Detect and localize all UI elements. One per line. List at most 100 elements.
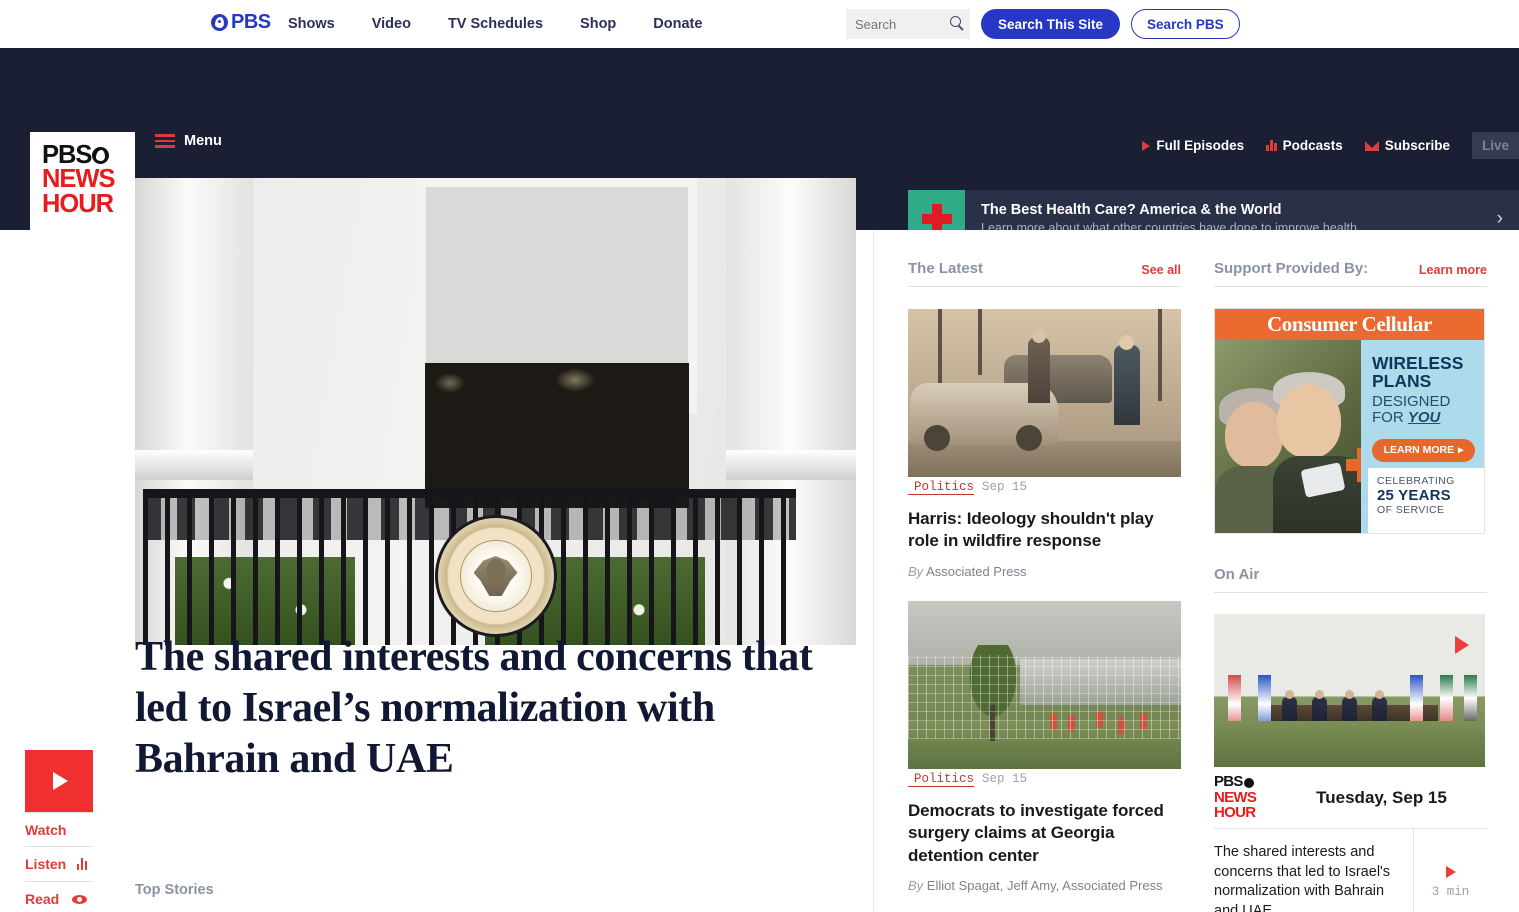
watch-play-button[interactable] <box>25 750 93 812</box>
watch-row[interactable]: Watch <box>25 812 93 847</box>
duration-label: 3 min <box>1431 884 1470 899</box>
ad-photo <box>1215 340 1361 533</box>
nav-item-tv-schedules[interactable]: TV Schedules <box>448 16 543 32</box>
nav-item-video[interactable]: Video <box>372 16 411 32</box>
article-category[interactable]: Politics <box>908 480 975 495</box>
on-air-thumbnail[interactable] <box>1214 614 1485 767</box>
watch-label: Watch <box>25 821 67 838</box>
ad-body: WIRELESS PLANS DESIGNED FOR YOU LEARN MO… <box>1215 340 1484 533</box>
section-title: Support Provided By: <box>1214 260 1369 277</box>
play-icon[interactable] <box>1455 636 1469 654</box>
read-row[interactable]: Read <box>25 882 93 912</box>
on-air-list-item: The shared interests and concerns that l… <box>1214 829 1487 912</box>
byline-authors: Elliot Spagat, Jeff Amy, Associated Pres… <box>926 878 1163 894</box>
article-title[interactable]: Harris: Ideology shouldn't play role in … <box>908 508 1181 553</box>
newshour-logo[interactable]: PBS NEWS HOUR <box>30 132 135 245</box>
article-category[interactable]: Politics <box>908 772 975 787</box>
on-air-logo-line3: HOUR <box>1214 803 1256 821</box>
newshour-logo-line1: PBS <box>42 142 125 168</box>
on-air-bar: PBS NEWS HOUR Tuesday, Sep 15 <box>1214 767 1487 829</box>
on-air-logo: PBS NEWS HOUR <box>1214 773 1276 821</box>
section-title: On Air <box>1214 566 1260 583</box>
play-icon <box>1445 865 1456 878</box>
support-header: Support Provided By: Learn more <box>1214 260 1487 287</box>
column-divider <box>873 230 874 912</box>
nav-item-shop[interactable]: Shop <box>580 16 616 32</box>
pbs-top-bar: PBS Shows Video TV Schedules Shop Donate… <box>0 0 1519 48</box>
ad-headline-you: YOU <box>1407 409 1441 427</box>
badge-line-1: CELEBRATING <box>1377 475 1455 487</box>
newshour-logo-line2: NEWS <box>42 165 116 194</box>
ad-brand-name: Consumer Cellular <box>1267 312 1432 336</box>
on-air-logo-line2: NEWS <box>1214 788 1257 806</box>
article-byline: By Associated Press <box>908 564 1181 579</box>
header-link-full-episodes[interactable]: Full Episodes <box>1142 138 1244 153</box>
article-thumbnail[interactable] <box>908 309 1181 477</box>
byline-authors: Associated Press <box>926 563 1027 579</box>
badge-line-3: OF SERVICE <box>1377 504 1445 516</box>
presidential-seal <box>434 515 557 637</box>
byline-prefix: By <box>908 563 924 579</box>
arrow-right-icon: ▸ <box>1458 444 1464 457</box>
on-air-section: On Air PBS NEWS HOUR Tuesday, Sep 15 The… <box>1214 566 1487 912</box>
promo-title: The Best Health Care? America & the Worl… <box>981 202 1282 218</box>
audio-bars-icon <box>76 858 87 870</box>
pbs-logo[interactable]: PBS <box>211 12 271 32</box>
nav-item-shows[interactable]: Shows <box>288 16 335 32</box>
article-meta: Politics Sep 15 <box>908 768 1036 789</box>
article-card: Politics Sep 15 Harris: Ideology shouldn… <box>908 309 1181 579</box>
on-air-logo-line1: PBS <box>1214 773 1276 791</box>
header-link-label: Subscribe <box>1384 138 1450 153</box>
chevron-right-icon[interactable]: › <box>1497 208 1519 230</box>
header-utility-links: Full Episodes Podcasts Subscribe Live <box>1142 132 1519 159</box>
sponsor-ad[interactable]: Consumer Cellular WIRELESS PLANS DESIGNE… <box>1214 308 1485 534</box>
menu-button[interactable]: Menu <box>155 133 222 149</box>
mail-icon <box>1364 140 1379 151</box>
pbs-head-icon <box>1243 777 1254 788</box>
article-thumbnail[interactable] <box>908 600 1181 769</box>
ad-button-label: LEARN MORE <box>1383 444 1455 457</box>
see-all-link[interactable]: See all <box>1141 263 1181 277</box>
article-card: Politics Sep 15 Democrats to investigate… <box>908 600 1181 894</box>
menu-button-label: Menu <box>184 133 222 149</box>
read-label: Read <box>25 891 60 907</box>
header-link-label: Podcasts <box>1282 138 1343 153</box>
article-title[interactable]: Democrats to investigate forced surgery … <box>908 800 1181 867</box>
search-input[interactable] <box>855 16 947 32</box>
media-action-rail: Watch Listen Read <box>25 750 107 912</box>
support-column: Support Provided By: Learn more Consumer… <box>1214 260 1487 912</box>
bars-icon <box>1266 140 1277 151</box>
pbs-search-area: Search This Site Search PBS <box>846 9 1240 39</box>
pbs-main-nav: Shows Video TV Schedules Shop Donate <box>288 0 702 48</box>
header-link-podcasts[interactable]: Podcasts <box>1266 138 1343 153</box>
ad-headline-secondary: DESIGNED FOR YOU <box>1372 393 1484 427</box>
article-date: Sep 15 <box>982 480 1028 494</box>
on-air-item-title[interactable]: The shared interests and concerns that l… <box>1214 829 1413 912</box>
play-icon <box>53 772 68 790</box>
article-meta: Politics Sep 15 <box>908 477 1036 497</box>
on-air-date: Tuesday, Sep 15 <box>1316 787 1447 807</box>
hero-headline[interactable]: The shared interests and concerns that l… <box>135 632 835 786</box>
learn-more-link[interactable]: Learn more <box>1419 263 1487 277</box>
header-link-subscribe[interactable]: Subscribe <box>1364 138 1450 153</box>
the-latest-header: The Latest See all <box>908 260 1181 287</box>
hero-image[interactable] <box>135 178 856 645</box>
search-this-site-button[interactable]: Search This Site <box>981 9 1121 39</box>
newshour-logo-line3: HOUR <box>42 190 114 219</box>
article-date: Sep 15 <box>982 771 1028 786</box>
search-icon[interactable] <box>950 16 961 27</box>
search-pbs-button[interactable]: Search PBS <box>1131 9 1240 39</box>
main-content: Watch Listen Read The shared interests a… <box>0 178 1519 912</box>
listen-label: Listen <box>25 856 67 872</box>
ad-learn-more-button[interactable]: LEARN MORE ▸ <box>1372 438 1475 462</box>
section-title: The Latest <box>908 260 984 277</box>
listen-row[interactable]: Listen <box>25 847 93 882</box>
on-air-logo-pbs-text: PBS <box>1214 773 1243 791</box>
on-air-item-duration[interactable]: 3 min <box>1413 829 1487 912</box>
live-badge[interactable]: Live <box>1471 132 1519 159</box>
play-icon <box>1142 140 1151 151</box>
pbs-head-icon <box>211 13 228 31</box>
search-box[interactable] <box>846 9 970 39</box>
nav-item-donate[interactable]: Donate <box>653 16 702 32</box>
on-air-header: On Air <box>1214 566 1487 593</box>
